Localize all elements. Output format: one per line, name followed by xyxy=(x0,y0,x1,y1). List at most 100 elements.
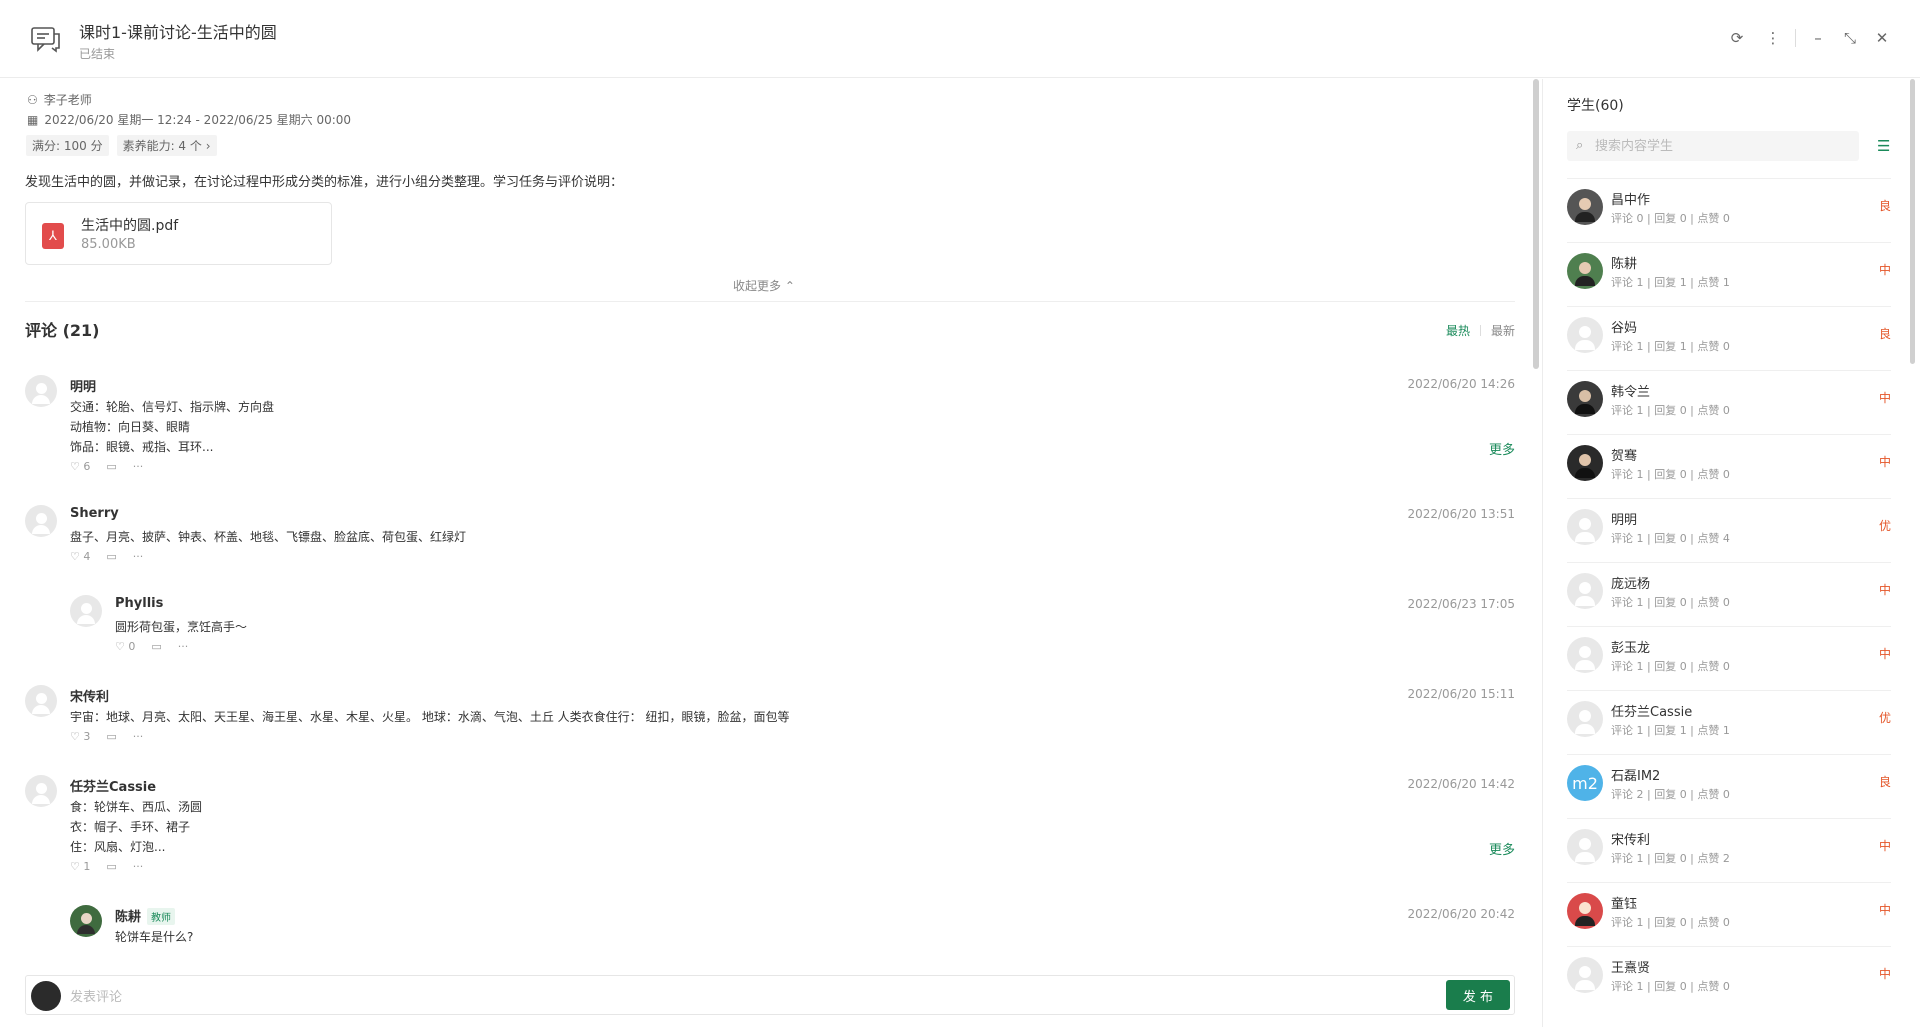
student-item[interactable]: 昌中作 评论 0 | 回复 0 | 点赞 0 良 xyxy=(1567,178,1891,242)
student-grade: 优 xyxy=(1878,519,1891,533)
comment-actions: ♡ 3 ▭ ··· xyxy=(70,730,143,743)
student-grade: 良 xyxy=(1878,199,1891,213)
avatar xyxy=(70,595,102,627)
like-button[interactable]: ♡ 6 xyxy=(70,460,90,473)
sort-new-tab[interactable]: 最新 xyxy=(1491,322,1515,339)
more-horizontal-icon[interactable]: ··· xyxy=(133,860,144,873)
search-icon: ⌕ xyxy=(1576,138,1584,153)
reply-icon[interactable]: ▭ xyxy=(106,550,116,563)
comment-text: 圆形荷包蛋，烹饪高手～ xyxy=(115,620,248,634)
student-name: 宋传利 xyxy=(1611,833,1651,848)
student-stats: 评论 1 | 回复 1 | 点赞 1 xyxy=(1611,724,1730,737)
more-link[interactable]: 更多 xyxy=(1489,439,1515,458)
comment-author: Sherry xyxy=(70,506,119,521)
student-item[interactable]: 陈耕 评论 1 | 回复 1 | 点赞 1 中 xyxy=(1567,242,1891,306)
reply-item: 陈耕 教师 2022/06/20 20:42 轮饼车是什么? xyxy=(25,905,1515,965)
description: 发现生活中的圆，并做记录，在讨论过程中形成分类的标准，进行小组分类整理。学习任务… xyxy=(25,175,624,190)
more-horizontal-icon[interactable]: ··· xyxy=(178,640,189,653)
student-name: 任芬兰Cassie xyxy=(1611,705,1693,720)
more-horizontal-icon[interactable]: ··· xyxy=(133,550,144,563)
student-name: 贺骞 xyxy=(1611,449,1638,464)
avatar xyxy=(25,775,57,807)
student-stats: 评论 1 | 回复 1 | 点赞 0 xyxy=(1611,340,1730,353)
restore-icon[interactable]: ⤡ xyxy=(1840,28,1860,48)
header: 课时1-课前讨论-生活中的圆 已结束 ⟳ ⋮ – ⤡ ✕ xyxy=(0,0,1920,78)
student-item[interactable]: 童钰 评论 1 | 回复 0 | 点赞 0 中 xyxy=(1567,882,1891,946)
like-count: 1 xyxy=(83,860,91,873)
comment-time: 2022/06/23 17:05 xyxy=(1407,597,1515,611)
student-item[interactable]: m2 石磊IM2 评论 2 | 回复 0 | 点赞 0 良 xyxy=(1567,754,1891,818)
student-stats: 评论 1 | 回复 0 | 点赞 2 xyxy=(1611,852,1730,865)
minimize-icon[interactable]: – xyxy=(1808,28,1828,48)
student-item[interactable]: 庞远杨 评论 1 | 回复 0 | 点赞 0 中 xyxy=(1567,562,1891,626)
thumbs-up-icon: ♡ xyxy=(70,460,80,473)
avatar xyxy=(70,905,102,937)
search-input[interactable] xyxy=(1595,131,1845,161)
student-stats: 评论 1 | 回复 0 | 点赞 0 xyxy=(1611,980,1730,993)
student-grade: 良 xyxy=(1878,775,1891,789)
student-stats: 评论 1 | 回复 0 | 点赞 0 xyxy=(1611,596,1730,609)
student-name: 谷妈 xyxy=(1611,321,1638,336)
student-grade: 中 xyxy=(1878,647,1891,661)
close-icon[interactable]: ✕ xyxy=(1872,28,1892,48)
avatar xyxy=(25,685,57,717)
student-item[interactable]: 韩令兰 评论 1 | 回复 0 | 点赞 0 中 xyxy=(1567,370,1891,434)
student-grade: 良 xyxy=(1878,327,1891,341)
more-horizontal-icon[interactable]: ··· xyxy=(133,730,144,743)
thumbs-up-icon: ♡ xyxy=(70,550,80,563)
more-link[interactable]: 更多 xyxy=(1489,839,1515,858)
comment-input[interactable]: 发表评论 xyxy=(70,986,122,1005)
like-button[interactable]: ♡ 4 xyxy=(70,550,90,563)
score-tag: 满分: 100 分 xyxy=(26,135,109,156)
comment-text: 宇宙：地球、月亮、太阳、天王星、海王星、水星、木星、火星。 地球：水滴、气泡、土… xyxy=(70,710,790,724)
student-item[interactable]: 贺骞 评论 1 | 回复 0 | 点赞 0 中 xyxy=(1567,434,1891,498)
reply-icon[interactable]: ▭ xyxy=(106,730,116,743)
student-name: 王熹贤 xyxy=(1611,961,1651,976)
student-search: ⌕ xyxy=(1567,131,1859,161)
comment-time: 2022/06/20 14:42 xyxy=(1407,777,1515,791)
student-stats: 评论 1 | 回复 0 | 点赞 4 xyxy=(1611,532,1730,545)
publish-button[interactable]: 发 布 xyxy=(1446,980,1510,1010)
comment-time: 2022/06/20 20:42 xyxy=(1407,907,1515,921)
literacy-tag[interactable]: 素养能力: 4 个 › xyxy=(116,135,217,156)
time-row: ▦ 2022/06/20 星期一 12:24 - 2022/06/25 星期六 … xyxy=(27,111,351,128)
thumbs-up-icon: ♡ xyxy=(115,640,125,653)
student-item[interactable]: 王熹贤 评论 1 | 回复 0 | 点赞 0 中 xyxy=(1567,946,1891,1010)
student-item[interactable]: 谷妈 评论 1 | 回复 1 | 点赞 0 良 xyxy=(1567,306,1891,370)
comment-item: 宋传利 2022/06/20 15:11 宇宙：地球、月亮、太阳、天王星、海王星… xyxy=(25,685,1515,745)
reply-icon[interactable]: ▭ xyxy=(106,460,116,473)
sort-hot-tab[interactable]: 最热 xyxy=(1446,322,1470,339)
student-name: 昌中作 xyxy=(1611,193,1651,208)
chevron-right-icon: › xyxy=(205,139,211,153)
more-horizontal-icon[interactable]: ··· xyxy=(133,460,144,473)
student-item[interactable]: 明明 评论 1 | 回复 0 | 点赞 4 优 xyxy=(1567,498,1891,562)
student-item[interactable]: 宋传利 评论 1 | 回复 0 | 点赞 2 中 xyxy=(1567,818,1891,882)
reply-item: Phyllis 2022/06/23 17:05 圆形荷包蛋，烹饪高手～ ♡ 0… xyxy=(25,595,1515,655)
student-name: 石磊IM2 xyxy=(1611,769,1661,784)
avatar xyxy=(31,981,61,1011)
like-button[interactable]: ♡ 0 xyxy=(115,640,135,653)
student-grade: 中 xyxy=(1878,583,1891,597)
avatar xyxy=(1567,701,1603,737)
like-button[interactable]: ♡ 1 xyxy=(70,860,90,873)
sidebar-scrollbar[interactable] xyxy=(1910,79,1915,364)
sort-divider xyxy=(1479,325,1481,336)
comment-time: 2022/06/20 14:26 xyxy=(1407,377,1515,391)
student-item[interactable]: 彭玉龙 评论 1 | 回复 0 | 点赞 0 中 xyxy=(1567,626,1891,690)
avatar xyxy=(1567,509,1603,545)
comment-author: 明明 xyxy=(70,380,97,395)
main-scrollbar[interactable] xyxy=(1533,79,1539,369)
more-vertical-icon[interactable]: ⋮ xyxy=(1763,28,1783,48)
like-button[interactable]: ♡ 3 xyxy=(70,730,90,743)
refresh-icon[interactable]: ⟳ xyxy=(1727,28,1747,48)
collapse-more-button[interactable]: 收起更多 ⌃ xyxy=(733,277,795,294)
teacher-name: 李子老师 xyxy=(43,93,92,107)
student-item[interactable]: 任芬兰Cassie 评论 1 | 回复 1 | 点赞 1 优 xyxy=(1567,690,1891,754)
attachment-card[interactable]: ⅄ 生活中的圆.pdf 85.00KB xyxy=(25,202,332,265)
student-grade: 中 xyxy=(1878,263,1891,277)
reply-icon[interactable]: ▭ xyxy=(151,640,161,653)
filter-icon[interactable]: ☰ xyxy=(1877,137,1890,155)
reply-icon[interactable]: ▭ xyxy=(106,860,116,873)
window-toolbar: ⟳ ⋮ – ⤡ ✕ xyxy=(1727,28,1892,48)
student-stats: 评论 1 | 回复 0 | 点赞 0 xyxy=(1611,660,1730,673)
